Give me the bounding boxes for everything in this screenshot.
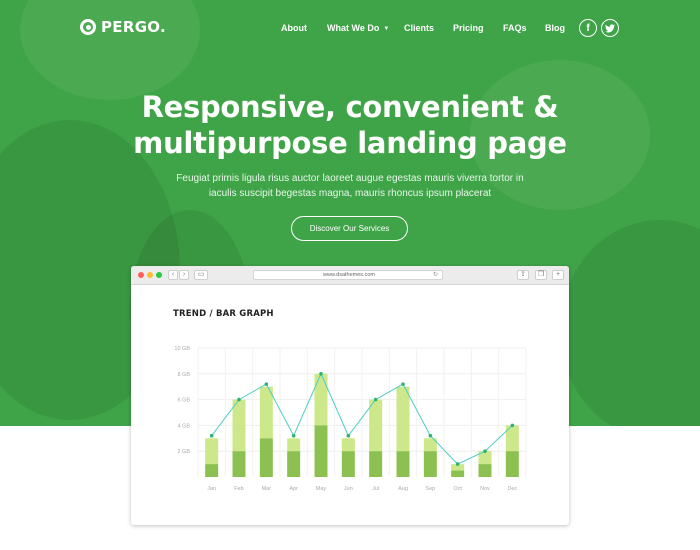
trend-point — [291, 433, 296, 438]
bar-segment-dark — [232, 451, 246, 477]
trend-point — [373, 397, 378, 402]
trend-point — [510, 423, 515, 428]
bar-segment-dark — [205, 464, 219, 477]
x-tick-label: Sep — [425, 486, 435, 492]
twitter-bird-icon — [605, 23, 615, 32]
nav-clients[interactable]: Clients — [404, 23, 434, 33]
facebook-glyph: f — [586, 22, 590, 34]
headline-line-1: Responsive, convenient & — [141, 90, 559, 124]
x-tick-label: Feb — [234, 486, 243, 492]
discover-services-button[interactable]: Discover Our Services — [291, 216, 408, 241]
bar-segment-light — [396, 386, 410, 452]
bar-segment-light — [259, 386, 273, 439]
bar-segment-dark — [505, 451, 519, 477]
bar-segment-dark — [287, 451, 301, 477]
nav-about[interactable]: About — [281, 23, 307, 33]
headline-line-2: multipurpose landing page — [133, 126, 567, 160]
x-tick-label: Nov — [480, 486, 490, 492]
bar-segment-light — [287, 438, 301, 452]
bar-segment-dark — [341, 451, 355, 477]
background-highlight — [20, 0, 200, 100]
x-tick-label: Jun — [344, 486, 353, 492]
x-tick-label: May — [316, 486, 327, 492]
trend-point — [483, 449, 487, 453]
y-tick-label: 10 GB — [174, 346, 190, 352]
bar-segment-light — [205, 438, 219, 465]
nav-blog[interactable]: Blog — [545, 23, 565, 33]
trend-point — [401, 382, 405, 386]
bar-segment-light — [232, 399, 246, 452]
subtext-line-1: Feugiat primis ligula risus auctor laore… — [176, 173, 524, 184]
bar-segment-dark — [369, 451, 383, 477]
trend-point — [209, 433, 214, 438]
trend-point — [237, 397, 241, 402]
nav-what-we-do-label: What We Do — [327, 23, 380, 33]
chart-area: 2 GB 4 GB 6 GB 8 GB 10 GB Jan Feb Mar Apr May Jun J… — [131, 266, 569, 525]
x-tick-label: Jan — [207, 486, 216, 492]
twitter-icon[interactable] — [601, 19, 619, 37]
bar-segment-dark — [396, 451, 410, 477]
hero-headline: Responsive, convenient & multipurpose la… — [0, 89, 700, 161]
bar-segment-light — [341, 438, 355, 452]
trend-point — [455, 462, 460, 466]
x-tick-label: Oct — [453, 486, 462, 492]
bar-chart: 2 GB 4 GB 6 GB 8 GB 10 GB Jan Feb Mar Apr May Jun J… — [174, 346, 527, 492]
trend-point — [428, 433, 433, 438]
y-tick-label: 2 GB — [177, 449, 190, 455]
bar-segment-dark — [259, 438, 273, 477]
x-tick-label: Jul — [372, 486, 379, 492]
bar-segment-light — [314, 373, 328, 426]
nav-pricing[interactable]: Pricing — [453, 23, 484, 33]
hero-subtext: Feugiat primis ligula risus auctor laore… — [170, 171, 530, 201]
x-tick-label: Dec — [507, 486, 517, 492]
bar-segment-dark — [423, 451, 437, 477]
nav-faqs[interactable]: FAQs — [503, 23, 527, 33]
nav-what-we-do[interactable]: What We Do ▼ — [327, 23, 389, 33]
y-tick-label: 4 GB — [177, 423, 190, 429]
facebook-icon[interactable]: f — [579, 19, 597, 37]
bar-segment-light — [369, 399, 383, 452]
subtext-line-2: iaculis suscipit begestas magna, mauris … — [208, 188, 492, 199]
bar-segment-dark — [478, 464, 492, 477]
trend-point — [346, 433, 351, 438]
chevron-down-icon: ▼ — [383, 26, 390, 32]
bar-segment-dark — [451, 470, 465, 477]
y-tick-label: 8 GB — [177, 372, 190, 378]
bar-segment-dark — [314, 425, 328, 477]
background-figure — [560, 220, 700, 426]
x-tick-label: Apr — [289, 486, 298, 492]
trend-point — [264, 382, 269, 386]
x-tick-label: Mar — [262, 486, 272, 492]
trend-point — [319, 372, 323, 376]
x-tick-label: Aug — [398, 486, 408, 492]
y-tick-label: 6 GB — [177, 398, 190, 404]
browser-mockup: ‹ › ▭ www.dsathemes.com ↻ ⇪ ❐ + TREND / … — [131, 266, 569, 525]
